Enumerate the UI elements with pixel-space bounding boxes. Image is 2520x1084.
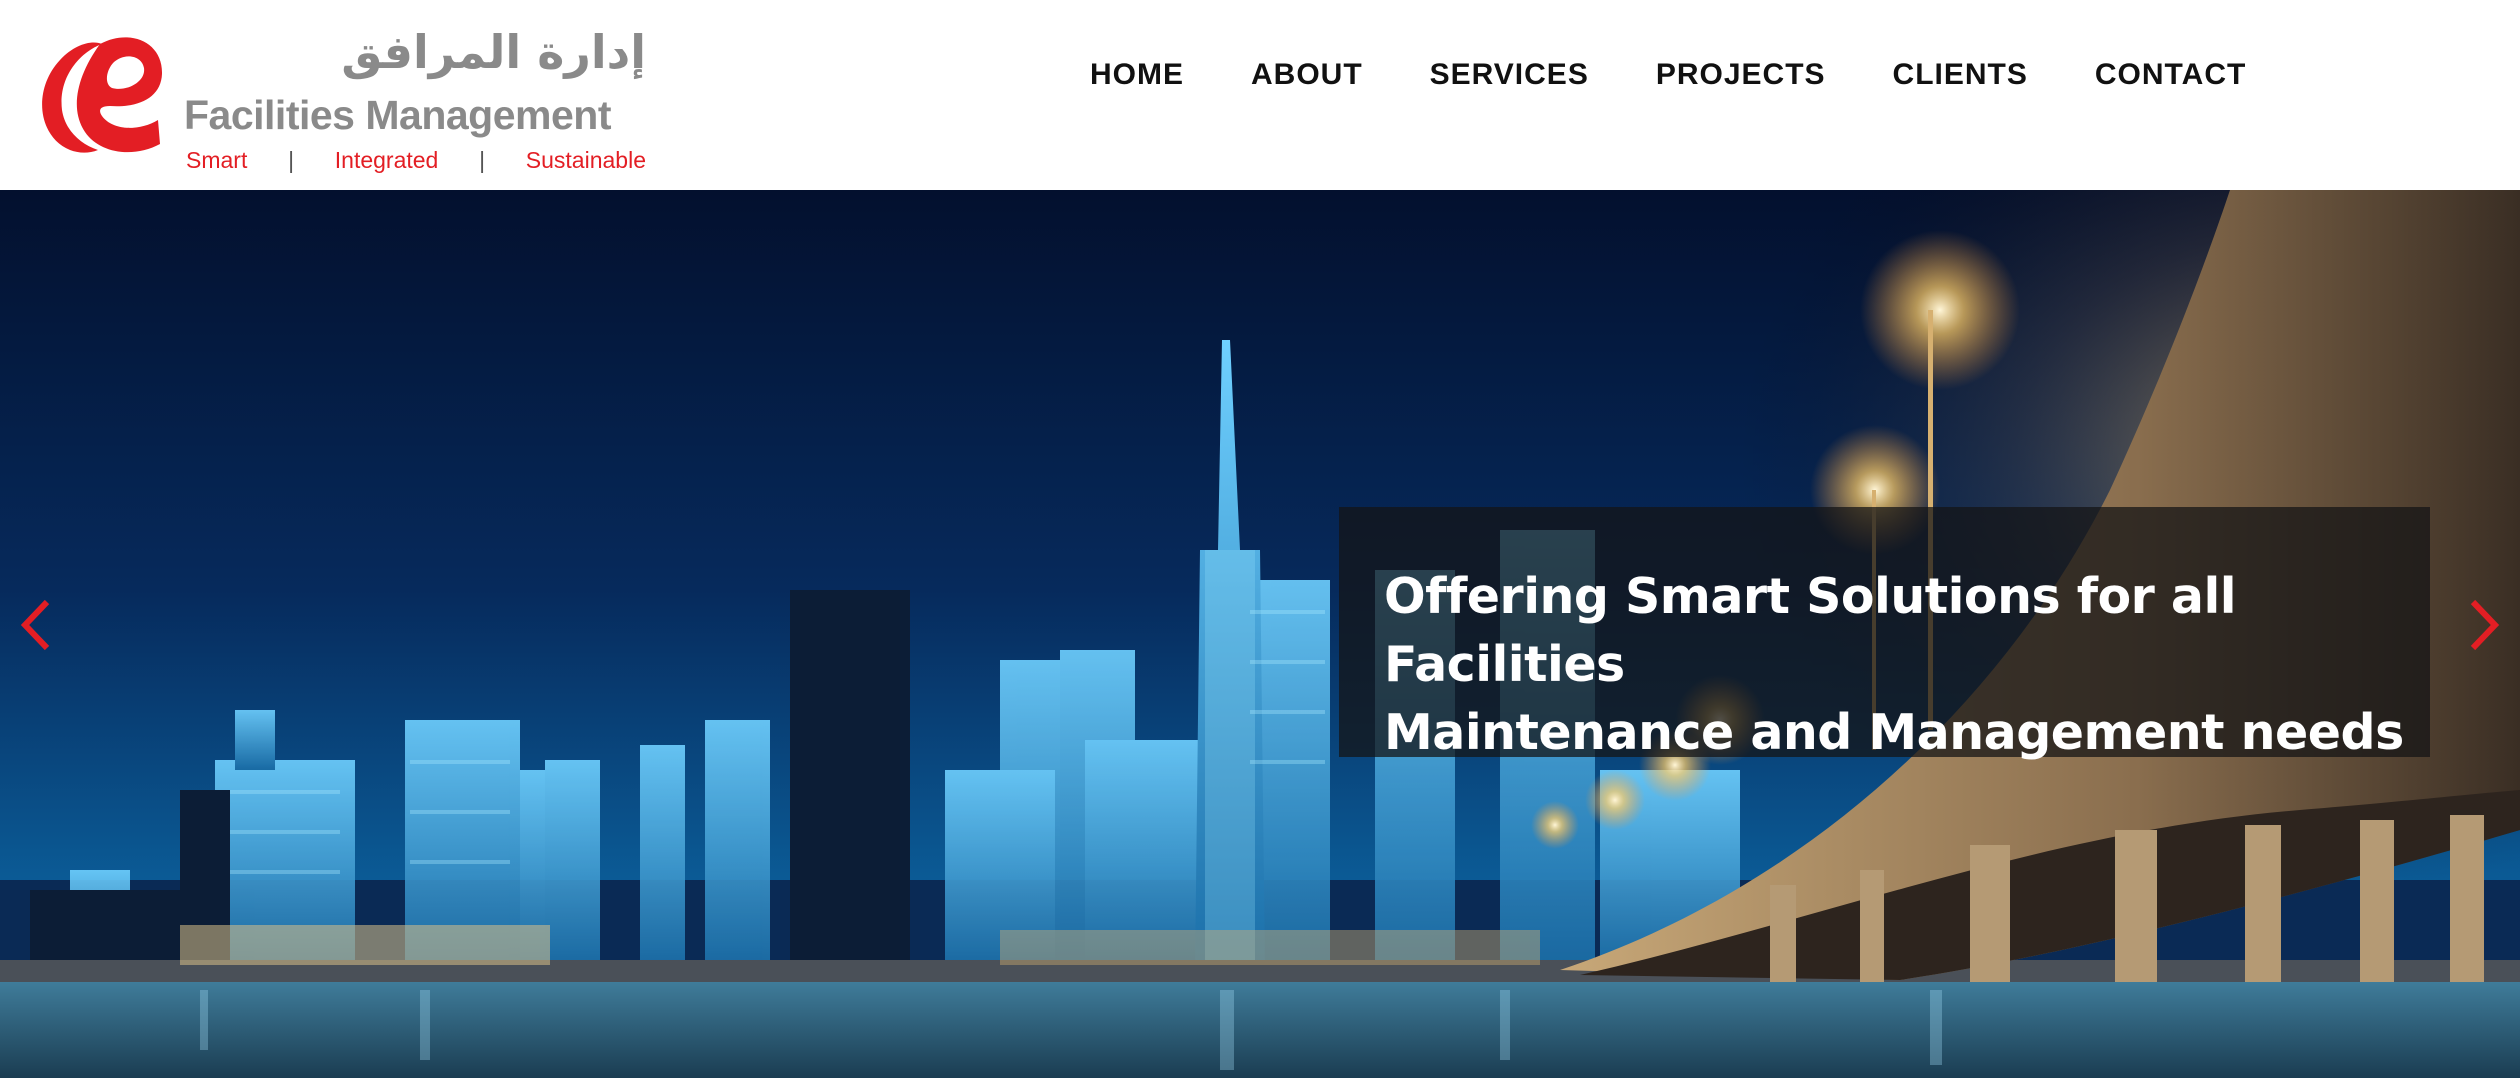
chevron-left-icon bbox=[20, 599, 50, 651]
hero-slider: Offering Smart Solutions for all Facilit… bbox=[0, 190, 2520, 1078]
brand-logo[interactable]: إدارة المرافق Facilities Management Smar… bbox=[30, 22, 646, 173]
slider-next-button[interactable] bbox=[2460, 595, 2510, 655]
brand-arabic-name: إدارة المرافق bbox=[341, 25, 646, 79]
hero-caption-box: Offering Smart Solutions for all Facilit… bbox=[1339, 507, 2430, 761]
tagline-separator: | bbox=[288, 147, 295, 173]
nav-item-home[interactable]: HOME bbox=[1090, 58, 1184, 92]
page-bottom-strip bbox=[0, 1078, 2520, 1084]
nav-item-clients[interactable]: CLIENTS bbox=[1893, 58, 2028, 92]
chevron-right-icon bbox=[2470, 599, 2500, 651]
page: إدارة المرافق Facilities Management Smar… bbox=[0, 0, 2520, 1084]
slider-prev-button[interactable] bbox=[10, 595, 60, 655]
brand-tagline: Smart | Integrated | Sustainable bbox=[186, 147, 646, 173]
nav-item-services[interactable]: SERVICES bbox=[1430, 58, 1589, 92]
site-header: إدارة المرافق Facilities Management Smar… bbox=[0, 0, 2520, 190]
tagline-sustainable: Sustainable bbox=[525, 147, 646, 173]
nav-item-contact[interactable]: CONTACT bbox=[2095, 58, 2246, 92]
main-nav: HOME ABOUT SERVICES PROJECTS CLIENTS CON… bbox=[1090, 50, 2246, 100]
hero-caption-line-1: Offering Smart Solutions for all Facilit… bbox=[1384, 568, 2237, 693]
nav-item-projects[interactable]: PROJECTS bbox=[1656, 58, 1826, 92]
tagline-separator: | bbox=[479, 147, 486, 173]
tagline-integrated: Integrated bbox=[334, 147, 439, 173]
tagline-smart: Smart bbox=[186, 147, 248, 173]
nav-item-about[interactable]: ABOUT bbox=[1251, 58, 1363, 92]
hero-caption-line-2: Maintenance and Management needs bbox=[1384, 704, 2404, 761]
brand-english-name: Facilities Management bbox=[184, 92, 611, 138]
logo-e-icon bbox=[42, 37, 163, 153]
